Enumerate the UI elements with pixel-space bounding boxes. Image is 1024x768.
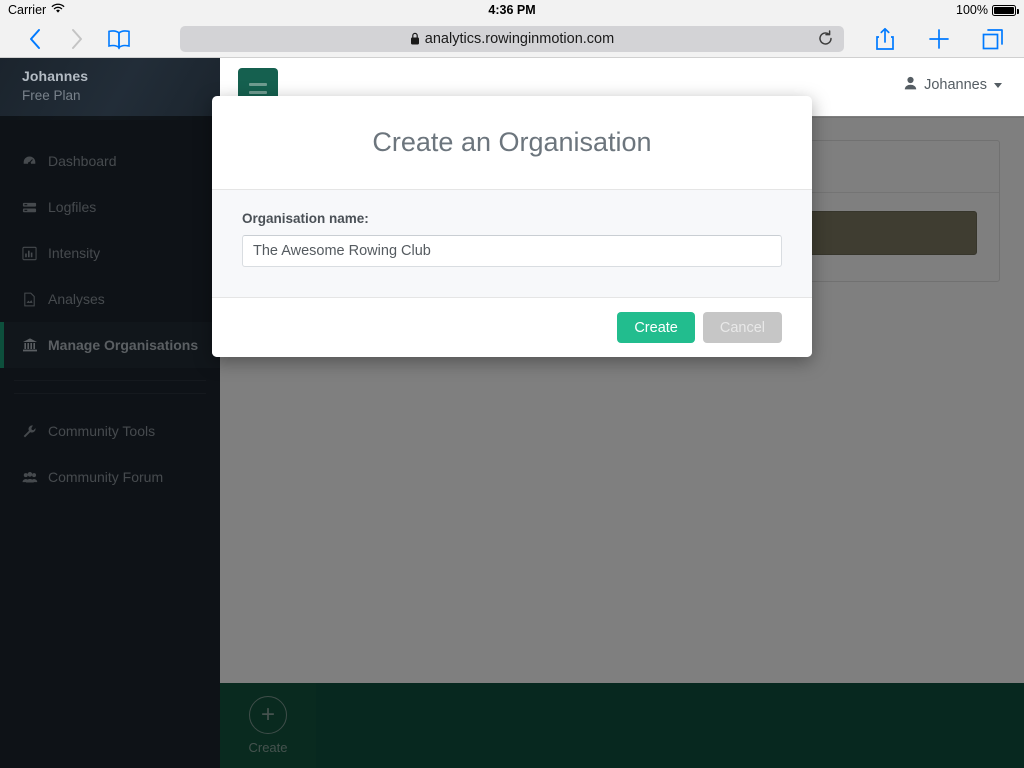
safari-toolbar: analytics.rowinginmotion.com	[0, 20, 1024, 58]
status-bar-right: 100%	[956, 3, 1016, 17]
modal-footer: Create Cancel	[212, 298, 812, 357]
chevron-right-icon	[56, 27, 98, 51]
chevron-left-icon[interactable]	[14, 27, 56, 51]
modal-header: Create an Organisation	[212, 96, 812, 190]
sidebar-plan-label: Free Plan	[22, 88, 220, 103]
tabs-icon[interactable]	[966, 27, 1020, 51]
sidebar-user-name: Johannes	[22, 68, 220, 84]
battery-percent-label: 100%	[956, 3, 988, 17]
book-icon[interactable]	[98, 28, 140, 50]
person-icon	[904, 76, 917, 94]
reload-icon[interactable]	[817, 30, 834, 47]
sidebar-profile[interactable]: Johannes Free Plan	[0, 58, 220, 120]
clock: 4:36 PM	[0, 3, 1024, 17]
create-organisation-modal: Create an Organisation Organisation name…	[212, 96, 812, 357]
user-menu-label: Johannes	[924, 77, 987, 93]
url-text: analytics.rowinginmotion.com	[425, 31, 614, 47]
user-menu[interactable]: Johannes	[904, 76, 1002, 94]
ios-status-bar: Carrier 4:36 PM 100%	[0, 0, 1024, 20]
url-bar[interactable]: analytics.rowinginmotion.com	[180, 26, 844, 52]
safari-right-actions	[858, 27, 1020, 51]
organisation-name-input[interactable]	[242, 235, 782, 267]
plus-icon[interactable]	[912, 28, 966, 50]
modal-body: Organisation name:	[212, 190, 812, 298]
lock-icon	[410, 32, 420, 45]
modal-title: Create an Organisation	[372, 127, 651, 158]
organisation-name-label: Organisation name:	[242, 211, 782, 226]
battery-full-icon	[992, 5, 1016, 16]
create-button[interactable]: Create	[617, 312, 695, 343]
caret-down-icon	[994, 83, 1002, 88]
cancel-button[interactable]: Cancel	[703, 312, 782, 343]
screen: Carrier 4:36 PM 100% analytics.rowinginm…	[0, 0, 1024, 768]
share-icon[interactable]	[858, 27, 912, 51]
